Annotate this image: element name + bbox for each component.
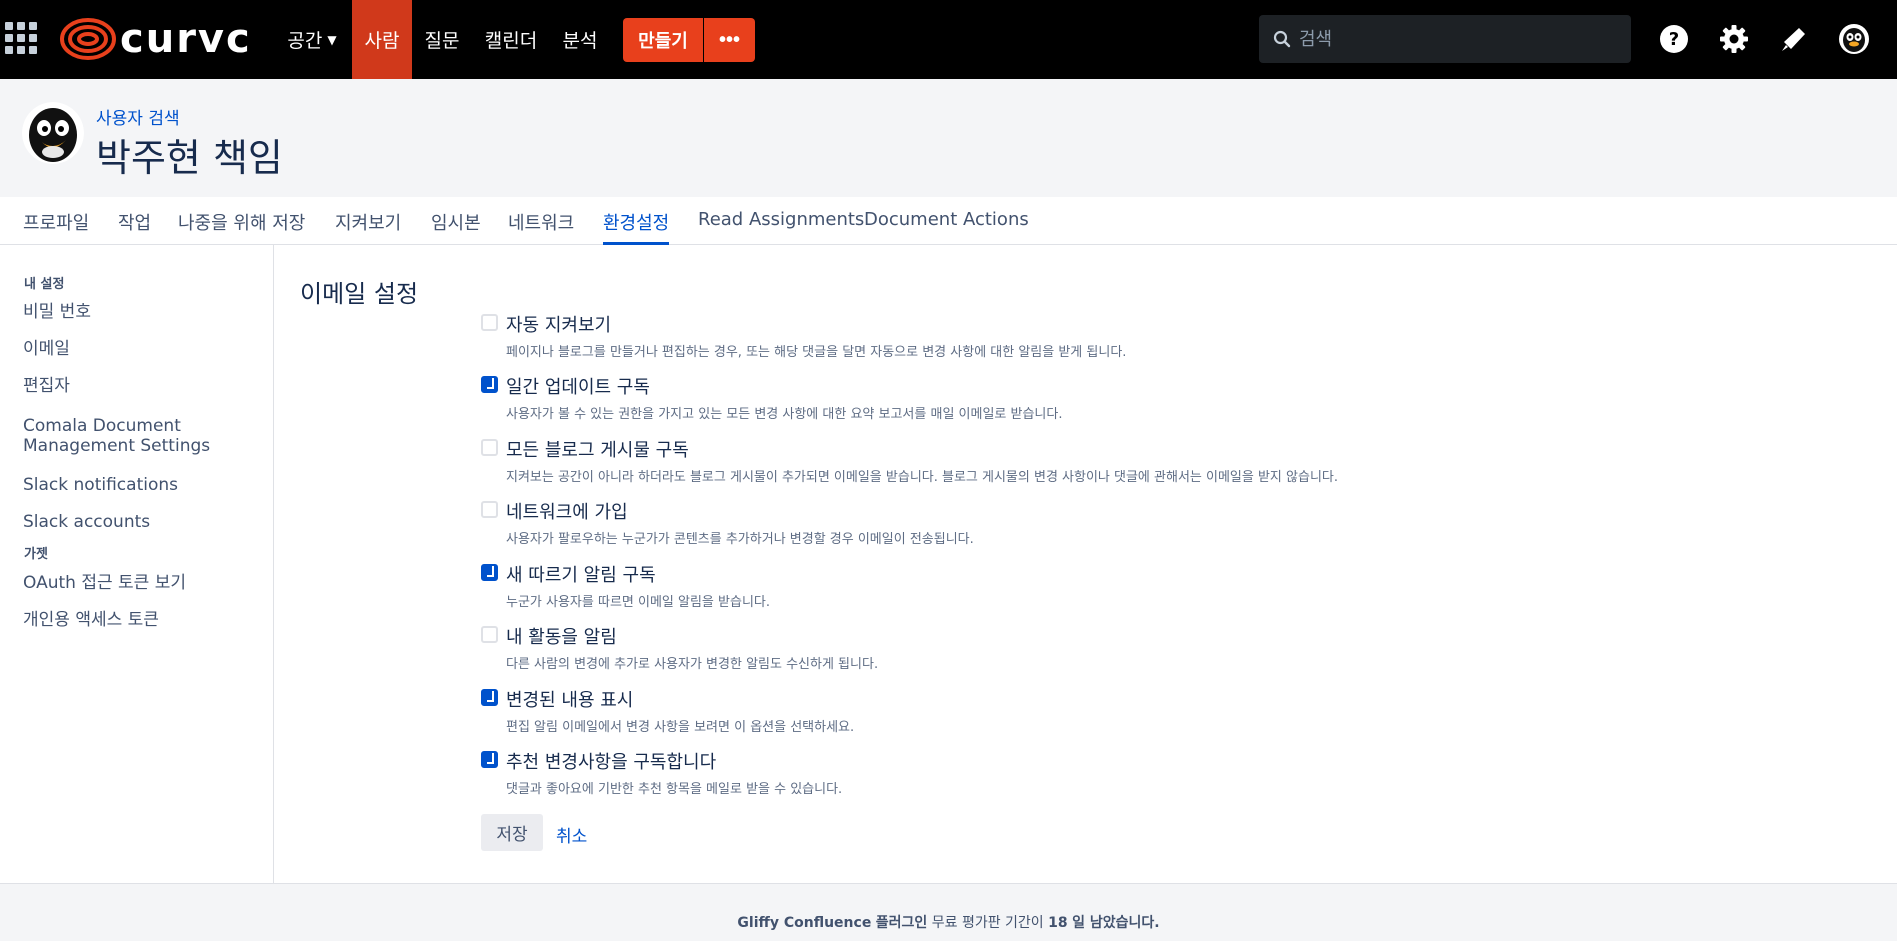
option-label: 변경된 내용 표시 <box>506 690 634 711</box>
nav-analytics-label: 분석 <box>562 30 598 52</box>
nav-questions[interactable]: 질문 <box>416 0 468 79</box>
curvc-logo[interactable]: curvc <box>60 18 252 60</box>
option-description: 사용자가 볼 수 있는 권한을 가지고 있는 모든 변경 사항에 대한 요약 보… <box>506 407 1063 422</box>
sidebar-item-editor[interactable]: 편집자 <box>23 376 70 396</box>
option-description: 사용자가 팔로우하는 누군가가 콘텐츠를 추가하거나 변경할 경우 이메일이 전… <box>506 532 974 547</box>
create-button[interactable]: 만들기 <box>623 18 703 62</box>
sidebar-item-slack-notifications[interactable]: Slack notifications <box>23 475 178 495</box>
tab-saved-for-later[interactable]: 나중을 위해 저장 <box>178 209 305 245</box>
sidebar-item-comala-settings[interactable]: Comala Document Management Settings <box>23 416 223 456</box>
svg-text:?: ? <box>1669 29 1679 50</box>
sidebar-heading-gadgets: 가젯 <box>24 547 48 562</box>
tab-document-actions[interactable]: Document Actions <box>864 209 1029 245</box>
nav-questions-label: 질문 <box>424 30 460 52</box>
daily-update-checkbox[interactable] <box>481 376 498 393</box>
nav-spaces[interactable]: 공간 ▼ <box>282 0 342 79</box>
footer-middle-text: 무료 평가판 기간이 <box>931 915 1044 931</box>
save-button[interactable]: 저장 <box>481 814 543 851</box>
notifications-megaphone-icon[interactable] <box>1778 23 1810 55</box>
page-title: 박주현 책임 <box>96 136 283 180</box>
tab-tasks[interactable]: 작업 <box>118 209 151 245</box>
search-box[interactable] <box>1259 15 1631 63</box>
option-description: 댓글과 좋아요에 기반한 추천 항목을 메일로 받을 수 있습니다. <box>506 782 843 797</box>
footer: Gliffy Confluence 플러그인 무료 평가판 기간이 18 일 남… <box>0 883 1897 941</box>
nav-people[interactable]: 사람 <box>352 0 412 79</box>
option-label: 자동 지켜보기 <box>506 315 612 336</box>
footer-plugin-suffix: 플러그인 <box>875 915 928 931</box>
tab-read-assignments[interactable]: Read Assignments <box>698 209 864 245</box>
top-navigation-bar: curvc 공간 ▼ 사람 질문 캘린더 분석 만들기 ••• ? <box>0 0 1897 79</box>
tab-profile[interactable]: 프로파일 <box>23 209 89 245</box>
option-description: 누군가 사용자를 따르면 이메일 알림을 받습니다. <box>506 595 770 610</box>
tab-settings[interactable]: 환경설정 <box>603 209 670 245</box>
profile-tabs: 프로파일 작업 나중을 위해 저장 지켜보기 임시본 네트워크 환경설정 Rea… <box>0 197 1897 245</box>
option-label: 추천 변경사항을 구독합니다 <box>506 752 717 773</box>
search-input[interactable] <box>1299 28 1619 50</box>
settings-sidebar: 내 설정 비밀 번호 이메일 편집자 Comala Document Manag… <box>0 245 274 883</box>
nav-people-label: 사람 <box>364 30 400 52</box>
help-icon[interactable]: ? <box>1658 23 1690 55</box>
footer-days-count: 18 <box>1048 915 1068 931</box>
nav-calendar[interactable]: 캘린더 <box>478 0 544 79</box>
sidebar-item-password[interactable]: 비밀 번호 <box>23 302 91 322</box>
option-label: 네트워크에 가입 <box>506 502 628 523</box>
app-switcher-grid-icon[interactable] <box>5 22 37 54</box>
option-label: 모든 블로그 게시물 구독 <box>506 440 689 461</box>
nav-calendar-label: 캘린더 <box>484 30 538 52</box>
breadcrumb-user-search[interactable]: 사용자 검색 <box>96 104 180 129</box>
profile-avatar <box>22 102 84 164</box>
option-description: 다른 사람의 변경에 추가로 사용자가 변경한 알림도 수신하게 됩니다. <box>506 657 879 672</box>
footer-plugin-name: Gliffy Confluence <box>737 915 872 931</box>
search-icon <box>1273 30 1291 48</box>
chevron-down-icon: ▼ <box>327 32 337 47</box>
logo-text: curvc <box>120 16 252 62</box>
footer-trial-notice: Gliffy Confluence 플러그인 무료 평가판 기간이 18 일 남… <box>0 912 1897 932</box>
tab-watching[interactable]: 지켜보기 <box>335 209 401 245</box>
option-description: 편집 알림 이메일에서 변경 사항을 보려면 이 옵션을 선택하세요. <box>506 720 855 735</box>
nav-analytics[interactable]: 분석 <box>554 0 606 79</box>
sidebar-item-personal-access-tokens[interactable]: 개인용 액세스 토큰 <box>23 610 159 630</box>
option-label: 일간 업데이트 구독 <box>506 377 650 398</box>
sidebar-heading-my-settings: 내 설정 <box>24 277 65 292</box>
create-more-button[interactable]: ••• <box>704 18 755 62</box>
recommended-updates-checkbox[interactable] <box>481 751 498 768</box>
settings-gear-icon[interactable] <box>1718 23 1750 55</box>
own-activity-checkbox[interactable] <box>481 626 498 643</box>
option-label: 새 따르기 알림 구독 <box>506 565 656 586</box>
sidebar-item-oauth-tokens[interactable]: OAuth 접근 토큰 보기 <box>23 573 186 593</box>
user-avatar-icon[interactable] <box>1838 23 1870 55</box>
all-blog-posts-checkbox[interactable] <box>481 439 498 456</box>
tab-drafts[interactable]: 임시본 <box>431 209 481 245</box>
profile-header <box>0 79 1897 197</box>
sidebar-item-email[interactable]: 이메일 <box>23 339 70 359</box>
nav-spaces-label: 공간 <box>287 30 323 52</box>
option-description: 페이지나 블로그를 만들거나 편집하는 경우, 또는 해당 댓글을 달면 자동으… <box>506 345 1127 360</box>
auto-watch-checkbox[interactable] <box>481 314 498 331</box>
curvc-logo-swirl-icon <box>60 18 116 60</box>
tab-network[interactable]: 네트워크 <box>508 209 574 245</box>
option-description: 지켜보는 공간이 아니라 하더라도 블로그 게시물이 추가되면 이메일을 받습니… <box>506 470 1338 485</box>
network-checkbox[interactable] <box>481 501 498 518</box>
new-follower-checkbox[interactable] <box>481 564 498 581</box>
option-label: 내 활동을 알림 <box>506 627 617 648</box>
sidebar-item-slack-accounts[interactable]: Slack accounts <box>23 512 150 532</box>
email-settings-title: 이메일 설정 <box>300 280 419 308</box>
footer-end-text: 일 남았습니다. <box>1072 915 1160 931</box>
show-changes-checkbox[interactable] <box>481 689 498 706</box>
cancel-link[interactable]: 취소 <box>556 822 587 847</box>
